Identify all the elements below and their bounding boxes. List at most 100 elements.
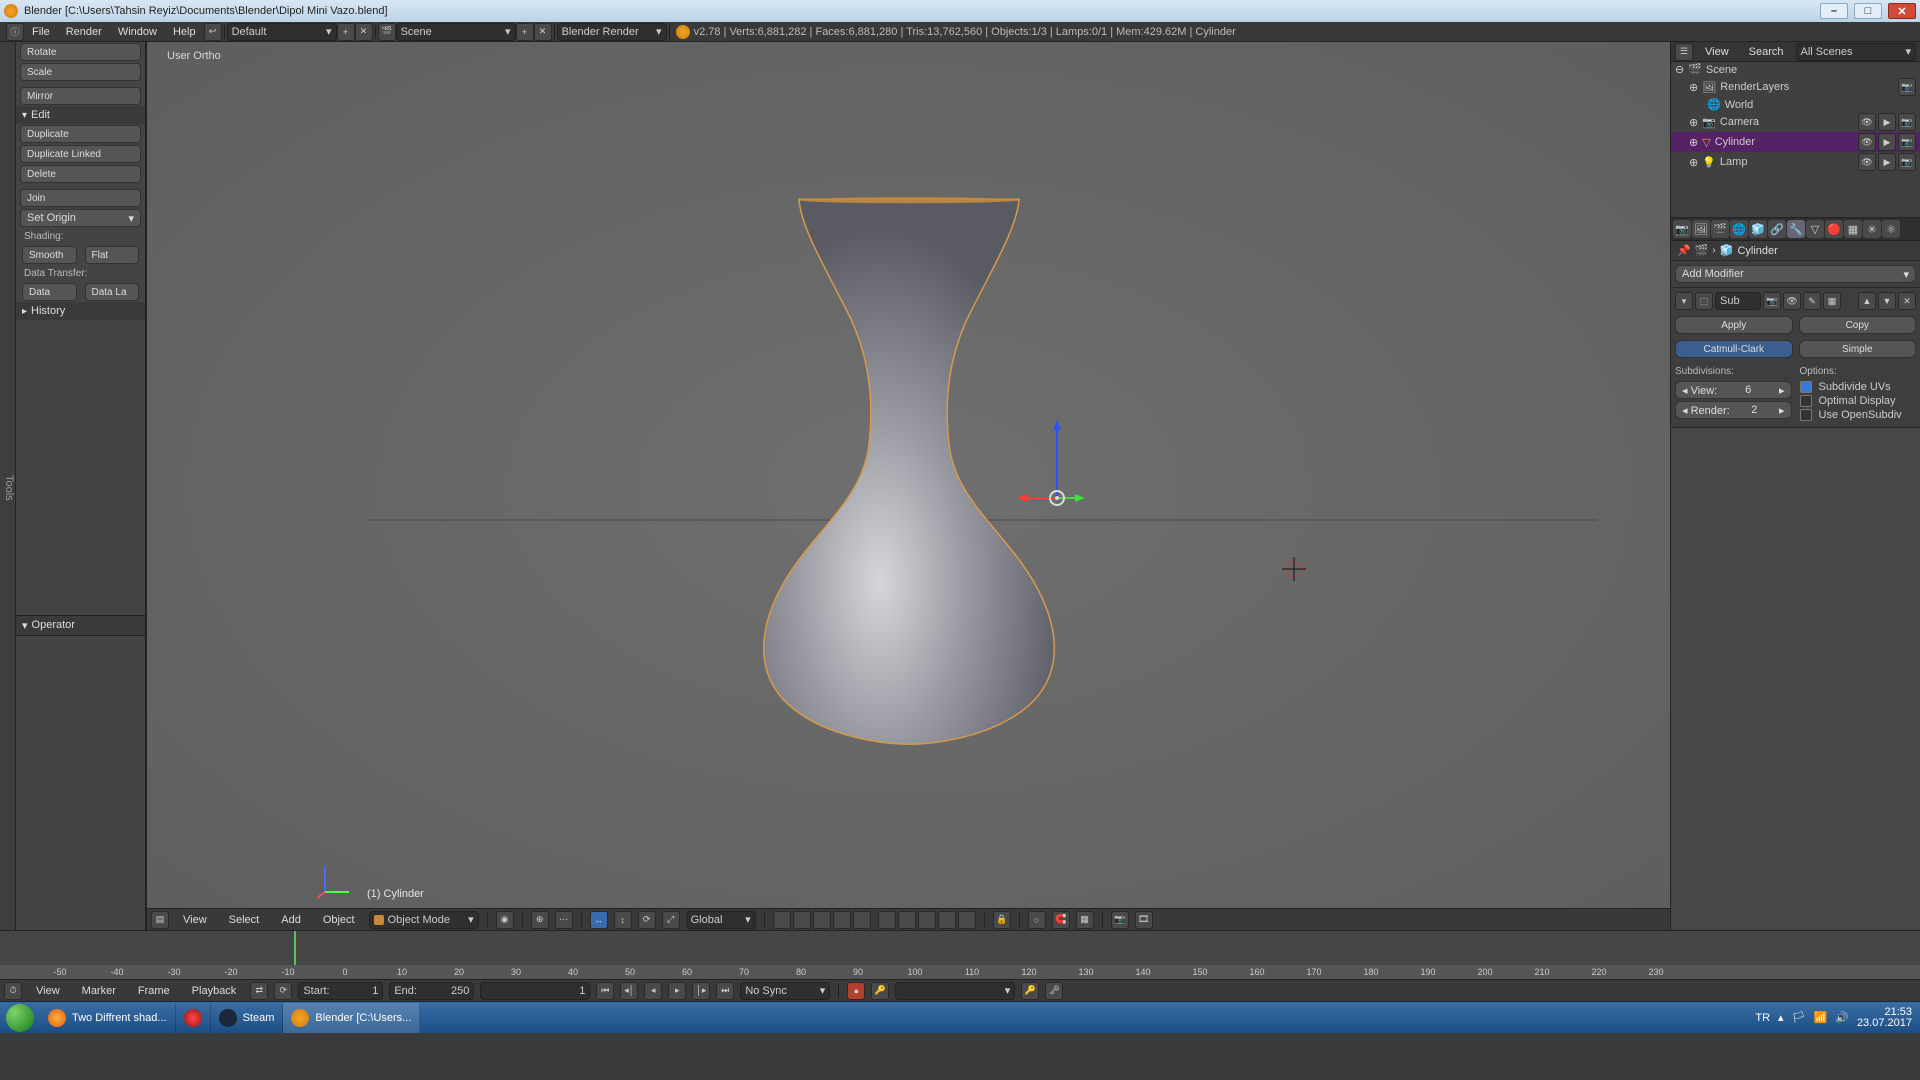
play-reverse-icon[interactable]: ◂ xyxy=(644,982,662,1000)
tab-modifiers[interactable]: 🔧 xyxy=(1787,220,1805,238)
render-preview-icon[interactable]: 📷 xyxy=(1111,911,1129,929)
snap-icon[interactable]: 🧲 xyxy=(1052,911,1070,929)
outliner-filter[interactable]: All Scenes▾ xyxy=(1796,43,1916,61)
editor-type-icon[interactable]: ⓘ xyxy=(6,23,24,41)
jump-end-icon[interactable]: ⏭ xyxy=(716,982,734,1000)
pin-icon[interactable]: 📌 xyxy=(1677,244,1691,257)
lang-indicator[interactable]: TR xyxy=(1755,1012,1770,1024)
editor-3dview-icon[interactable]: ▤ xyxy=(151,911,169,929)
add-modifier-dropdown[interactable]: Add Modifier▾ xyxy=(1675,265,1916,283)
operator-panel[interactable]: ▾ Operator xyxy=(16,615,145,636)
menu-help[interactable]: Help xyxy=(165,22,204,42)
tab-scene[interactable]: 🎬 xyxy=(1711,220,1729,238)
prop-edit-icon[interactable]: ○ xyxy=(1028,911,1046,929)
copy-button[interactable]: Copy xyxy=(1799,316,1917,334)
history-section[interactable]: ▸ History xyxy=(16,302,145,320)
rend-icon[interactable]: 📷 xyxy=(1898,133,1916,151)
rend-icon[interactable]: 📷 xyxy=(1898,113,1916,131)
current-frame-field[interactable]: 1 xyxy=(480,982,590,1000)
mod-cage-toggle[interactable]: ▦ xyxy=(1823,292,1841,310)
close-button[interactable]: ✕ xyxy=(1888,3,1916,19)
menu-file[interactable]: File xyxy=(24,22,58,42)
vp-menu-object[interactable]: Object xyxy=(315,910,363,930)
sel-icon[interactable]: ▶ xyxy=(1878,113,1896,131)
tl-menu-frame[interactable]: Frame xyxy=(130,981,178,1001)
mod-collapse-icon[interactable]: ▾ xyxy=(1675,292,1693,310)
add-scene-icon[interactable]: + xyxy=(516,23,534,41)
tab-world[interactable]: 🌐 xyxy=(1730,220,1748,238)
delete-button[interactable]: Delete xyxy=(20,165,141,183)
toolshelf-tabs[interactable]: Tools xyxy=(0,42,16,930)
data-button[interactable]: Data xyxy=(22,283,77,301)
tab-texture[interactable]: ▦ xyxy=(1844,220,1862,238)
tl-range-icon[interactable]: ⇄ xyxy=(250,982,268,1000)
orientation-dropdown[interactable]: Global▾ xyxy=(686,911,756,929)
maximize-button[interactable]: □ xyxy=(1854,3,1882,19)
data-layout-button[interactable]: Data La xyxy=(85,283,140,301)
tray-network-icon[interactable]: 📶 xyxy=(1814,1011,1828,1024)
del-scene-icon[interactable]: ✕ xyxy=(534,23,552,41)
apply-button[interactable]: Apply xyxy=(1675,316,1793,334)
rend-icon[interactable]: 📷 xyxy=(1898,153,1916,171)
outliner-editor-icon[interactable]: ☰ xyxy=(1675,43,1693,61)
vp-menu-add[interactable]: Add xyxy=(273,910,309,930)
sel-icon[interactable]: ▶ xyxy=(1878,133,1896,151)
outliner-renderlayers[interactable]: ⊕🖼RenderLayers📷 xyxy=(1671,77,1920,97)
tray-arrow-icon[interactable]: ▴ xyxy=(1778,1011,1784,1024)
duplicate-linked-button[interactable]: Duplicate Linked xyxy=(20,145,141,163)
keyframe-delete-icon[interactable]: 🗝 xyxy=(1045,982,1063,1000)
manip-scale-icon[interactable]: ⤢ xyxy=(662,911,680,929)
minimize-button[interactable]: – xyxy=(1820,3,1848,19)
keying-set-icon[interactable]: 🔑 xyxy=(871,982,889,1000)
outliner-view[interactable]: View xyxy=(1697,42,1737,62)
vp-menu-view[interactable]: View xyxy=(175,910,215,930)
pivot-dropdown[interactable]: ⊕ xyxy=(531,911,549,929)
render-anim-icon[interactable]: 🎞 xyxy=(1135,911,1153,929)
vis-icon[interactable]: 👁 xyxy=(1858,153,1876,171)
play-icon[interactable]: ▸ xyxy=(668,982,686,1000)
join-button[interactable]: Join xyxy=(20,189,141,207)
transform-manipulator[interactable] xyxy=(1017,418,1097,508)
mod-delete-icon[interactable]: ✕ xyxy=(1898,292,1916,310)
timeline-editor-icon[interactable]: ⏱ xyxy=(4,982,22,1000)
mode-dropdown[interactable]: Object Mode▾ xyxy=(369,911,479,929)
tab-constraints[interactable]: 🔗 xyxy=(1768,220,1786,238)
lock-camera-icon[interactable]: 🔒 xyxy=(993,911,1011,929)
snap-type-icon[interactable]: ▦ xyxy=(1076,911,1094,929)
vis-icon[interactable]: 👁 xyxy=(1858,113,1876,131)
system-tray[interactable]: TR ▴ 🏳 📶 🔊 21:53 23.07.2017 xyxy=(1747,1007,1920,1029)
tray-flag-icon[interactable]: 🏳 xyxy=(1792,1011,1806,1024)
start-frame-field[interactable]: Start:1 xyxy=(298,982,383,1000)
jump-start-icon[interactable]: ⏮ xyxy=(596,982,614,1000)
tab-particles[interactable]: ✳ xyxy=(1863,220,1881,238)
sync-dropdown[interactable]: No Sync▾ xyxy=(740,982,830,1000)
tab-data[interactable]: ▽ xyxy=(1806,220,1824,238)
manip-rotate-icon[interactable]: ⟳ xyxy=(638,911,656,929)
pivot-align-toggle[interactable]: ⋯ xyxy=(555,911,573,929)
taskbar-opera[interactable] xyxy=(176,1003,211,1033)
taskbar-firefox[interactable]: Two Diffrent shad... xyxy=(40,1003,176,1033)
add-layout-icon[interactable]: + xyxy=(337,23,355,41)
renderlayers-rest-icon[interactable]: 📷 xyxy=(1898,78,1916,96)
set-origin-dropdown[interactable]: Set Origin▾ xyxy=(20,209,141,227)
outliner-scene[interactable]: ⊖🎬Scene xyxy=(1671,62,1920,77)
del-layout-icon[interactable]: ✕ xyxy=(355,23,373,41)
mod-edit-toggle[interactable]: ✎ xyxy=(1803,292,1821,310)
opensubdiv-check[interactable] xyxy=(1800,409,1812,421)
menu-window[interactable]: Window xyxy=(110,22,165,42)
keyframe-insert-icon[interactable]: 🔑 xyxy=(1021,982,1039,1000)
properties-tabs[interactable]: 📷 🖼 🎬 🌐 🧊 🔗 🔧 ▽ 🔴 ▦ ✳ ⚛ xyxy=(1671,217,1920,241)
mirror-button[interactable]: Mirror xyxy=(20,87,141,105)
shade-flat-button[interactable]: Flat xyxy=(85,246,140,264)
catmull-clark-button[interactable]: Catmull-Clark xyxy=(1675,340,1793,358)
tab-material[interactable]: 🔴 xyxy=(1825,220,1843,238)
vp-menu-select[interactable]: Select xyxy=(221,910,268,930)
taskbar-steam[interactable]: Steam xyxy=(211,1003,284,1033)
optimal-display-check[interactable] xyxy=(1800,395,1812,407)
tab-tools[interactable]: Tools xyxy=(3,475,15,501)
sel-icon[interactable]: ▶ xyxy=(1878,153,1896,171)
outliner-lamp[interactable]: ⊕💡Lamp👁▶📷 xyxy=(1671,152,1920,172)
manip-translate-icon[interactable]: ↕ xyxy=(614,911,632,929)
menu-render[interactable]: Render xyxy=(58,22,110,42)
keyframe-prev-icon[interactable]: ◂│ xyxy=(620,982,638,1000)
